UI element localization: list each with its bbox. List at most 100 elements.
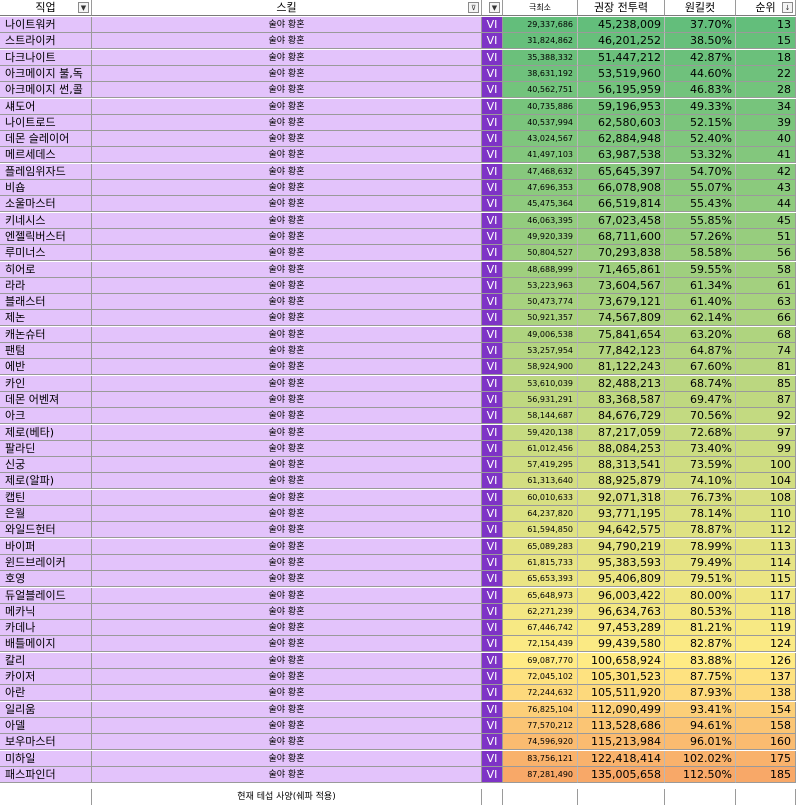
v-level-cell[interactable]: VI xyxy=(482,538,503,555)
sort-filter-icon[interactable]: ↓ xyxy=(782,2,793,13)
one-kill-cut-cell[interactable]: 52.40% xyxy=(665,131,736,148)
footer-cell[interactable] xyxy=(482,789,503,805)
recommended-cp-cell[interactable]: 99,439,580 xyxy=(578,636,665,653)
skill-cell[interactable]: 술야 황혼 xyxy=(92,408,482,425)
job-cell[interactable]: 아크메이지 불,독 xyxy=(0,65,92,82)
min-cp-cell[interactable]: 67,446,742 xyxy=(503,620,578,637)
job-cell[interactable]: 스트라이커 xyxy=(0,33,92,50)
v-level-cell[interactable]: VI xyxy=(482,196,503,213)
recommended-cp-cell[interactable]: 94,642,575 xyxy=(578,522,665,539)
v-level-cell[interactable]: VI xyxy=(482,636,503,653)
skill-cell[interactable]: 술야 황혼 xyxy=(92,228,482,245)
rank-cell[interactable]: 118 xyxy=(736,603,796,620)
job-cell[interactable]: 히어로 xyxy=(0,261,92,278)
recommended-cp-cell[interactable]: 92,071,318 xyxy=(578,489,665,506)
min-cp-cell[interactable]: 83,756,121 xyxy=(503,750,578,767)
footer-cell[interactable] xyxy=(736,789,796,805)
v-level-cell[interactable]: VI xyxy=(482,82,503,99)
recommended-cp-cell[interactable]: 113,528,686 xyxy=(578,717,665,734)
min-cp-cell[interactable]: 64,237,820 xyxy=(503,506,578,522)
recommended-cp-cell[interactable]: 135,005,658 xyxy=(578,766,665,783)
min-cp-cell[interactable]: 50,804,527 xyxy=(503,245,578,262)
skill-cell[interactable]: 술야 황혼 xyxy=(92,277,482,294)
skill-cell[interactable]: 술야 황혼 xyxy=(92,587,482,604)
job-cell[interactable]: 미하일 xyxy=(0,750,92,767)
one-kill-cut-cell[interactable]: 67.60% xyxy=(665,359,736,376)
rank-cell[interactable]: 51 xyxy=(736,228,796,245)
v-level-cell[interactable]: VI xyxy=(482,261,503,278)
rank-cell[interactable]: 81 xyxy=(736,359,796,376)
recommended-cp-cell[interactable]: 93,771,195 xyxy=(578,506,665,522)
recommended-cp-cell[interactable]: 87,217,059 xyxy=(578,424,665,441)
min-cp-cell[interactable]: 38,631,192 xyxy=(503,65,578,82)
recommended-cp-cell[interactable]: 66,519,814 xyxy=(578,196,665,213)
v-level-cell[interactable]: VI xyxy=(482,734,503,751)
v-level-cell[interactable]: VI xyxy=(482,245,503,262)
min-cp-cell[interactable]: 29,337,686 xyxy=(503,17,578,33)
footer-cell[interactable] xyxy=(665,789,736,805)
skill-cell[interactable]: 술야 황혼 xyxy=(92,636,482,653)
recommended-cp-cell[interactable]: 122,418,414 xyxy=(578,750,665,767)
v-level-cell[interactable]: VI xyxy=(482,212,503,229)
job-cell[interactable]: 메카닉 xyxy=(0,603,92,620)
v-level-cell[interactable]: VI xyxy=(482,326,503,343)
v-level-cell[interactable]: VI xyxy=(482,750,503,767)
min-cp-cell[interactable]: 61,815,733 xyxy=(503,554,578,571)
one-kill-cut-cell[interactable]: 78.14% xyxy=(665,506,736,522)
min-cp-cell[interactable]: 49,006,538 xyxy=(503,326,578,343)
min-cp-cell[interactable]: 47,696,353 xyxy=(503,180,578,196)
rank-cell[interactable]: 97 xyxy=(736,424,796,441)
recommended-cp-cell[interactable]: 95,383,593 xyxy=(578,554,665,571)
one-kill-cut-cell[interactable]: 76.73% xyxy=(665,489,736,506)
v-level-cell[interactable]: VI xyxy=(482,163,503,180)
v-level-cell[interactable]: VI xyxy=(482,522,503,539)
recommended-cp-cell[interactable]: 56,195,959 xyxy=(578,82,665,99)
job-cell[interactable]: 카데나 xyxy=(0,620,92,637)
skill-cell[interactable]: 술야 황혼 xyxy=(92,65,482,82)
one-kill-cut-cell[interactable]: 79.49% xyxy=(665,554,736,571)
v-level-cell[interactable]: VI xyxy=(482,587,503,604)
min-cp-cell[interactable]: 61,012,456 xyxy=(503,440,578,457)
skill-cell[interactable]: 술야 황혼 xyxy=(92,310,482,327)
min-cp-cell[interactable]: 72,154,439 xyxy=(503,636,578,653)
v-level-cell[interactable]: VI xyxy=(482,620,503,637)
header-v[interactable]: ▼ xyxy=(482,0,503,16)
v-level-cell[interactable]: VI xyxy=(482,49,503,66)
recommended-cp-cell[interactable]: 88,313,541 xyxy=(578,457,665,474)
rank-cell[interactable]: 112 xyxy=(736,522,796,539)
skill-cell[interactable]: 술야 황혼 xyxy=(92,212,482,229)
recommended-cp-cell[interactable]: 97,453,289 xyxy=(578,620,665,637)
skill-cell[interactable]: 술야 황혼 xyxy=(92,440,482,457)
recommended-cp-cell[interactable]: 81,122,243 xyxy=(578,359,665,376)
v-level-cell[interactable]: VI xyxy=(482,506,503,522)
one-kill-cut-cell[interactable]: 55.43% xyxy=(665,196,736,213)
header-rank[interactable]: 순위 ↓ xyxy=(736,0,796,16)
rank-cell[interactable]: 117 xyxy=(736,587,796,604)
rank-cell[interactable]: 99 xyxy=(736,440,796,457)
job-cell[interactable]: 바이퍼 xyxy=(0,538,92,555)
job-cell[interactable]: 캡틴 xyxy=(0,489,92,506)
v-level-cell[interactable]: VI xyxy=(482,65,503,82)
rank-cell[interactable]: 110 xyxy=(736,506,796,522)
one-kill-cut-cell[interactable]: 72.68% xyxy=(665,424,736,441)
rank-cell[interactable]: 92 xyxy=(736,408,796,425)
job-cell[interactable]: 메르세데스 xyxy=(0,147,92,164)
recommended-cp-cell[interactable]: 96,634,763 xyxy=(578,603,665,620)
rank-cell[interactable]: 68 xyxy=(736,326,796,343)
recommended-cp-cell[interactable]: 73,679,121 xyxy=(578,294,665,311)
rank-cell[interactable]: 45 xyxy=(736,212,796,229)
min-cp-cell[interactable]: 65,089,283 xyxy=(503,538,578,555)
rank-cell[interactable]: 56 xyxy=(736,245,796,262)
min-cp-cell[interactable]: 40,562,751 xyxy=(503,82,578,99)
skill-cell[interactable]: 술야 황혼 xyxy=(92,49,482,66)
skill-cell[interactable]: 술야 황혼 xyxy=(92,82,482,99)
recommended-cp-cell[interactable]: 82,488,213 xyxy=(578,375,665,392)
recommended-cp-cell[interactable]: 62,580,603 xyxy=(578,114,665,131)
job-cell[interactable]: 나이트워커 xyxy=(0,17,92,33)
skill-cell[interactable]: 술야 황혼 xyxy=(92,131,482,148)
rank-cell[interactable]: 87 xyxy=(736,391,796,408)
recommended-cp-cell[interactable]: 95,406,809 xyxy=(578,571,665,588)
v-level-cell[interactable]: VI xyxy=(482,114,503,131)
one-kill-cut-cell[interactable]: 87.75% xyxy=(665,669,736,685)
min-cp-cell[interactable]: 61,313,640 xyxy=(503,473,578,490)
